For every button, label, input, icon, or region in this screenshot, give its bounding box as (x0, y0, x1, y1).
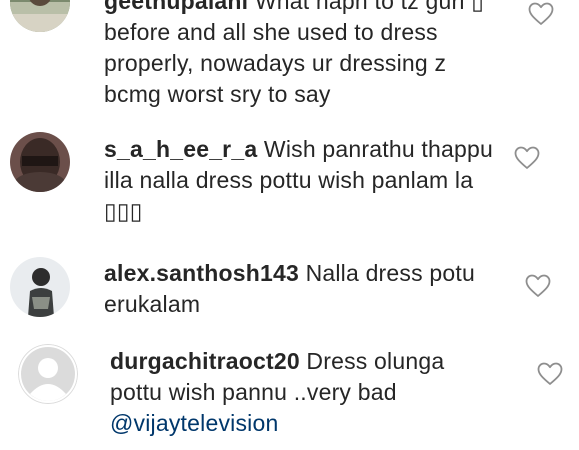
heart-outline-icon (528, 2, 554, 25)
like-button[interactable] (528, 2, 554, 26)
comment-1: geethupalani What hapn to tz gurl ▯ befo… (0, 0, 579, 112)
like-button[interactable] (537, 362, 563, 386)
comment-username[interactable]: durgachitraoct20 (110, 348, 300, 374)
like-button[interactable] (525, 274, 551, 298)
comment-username[interactable]: s_a_h_ee_r_a (104, 136, 257, 162)
comment-text: geethupalani What hapn to tz gurl ▯ befo… (104, 0, 504, 110)
comment-text: durgachitraoct20 Dress olunga pottu wish… (110, 346, 490, 439)
heart-outline-icon (537, 362, 563, 385)
avatar[interactable] (10, 0, 70, 32)
default-avatar-icon (18, 344, 78, 404)
comment-2: s_a_h_ee_r_a Wish panrathu thappu illa n… (0, 128, 579, 238)
comment-list: geethupalani What hapn to tz gurl ▯ befo… (0, 0, 579, 450)
heart-outline-icon (514, 146, 540, 169)
like-button[interactable] (514, 146, 540, 170)
comment-4: durgachitraoct20 Dress olunga pottu wish… (0, 340, 579, 450)
avatar[interactable] (10, 257, 70, 317)
heart-outline-icon (525, 274, 551, 297)
comment-3: alex.santhosh143 Nalla dress potu erukal… (0, 252, 579, 332)
avatar[interactable] (18, 344, 78, 404)
mention-link[interactable]: @vijaytelevision (110, 410, 278, 436)
profile-photo-icon (10, 0, 70, 32)
comment-username[interactable]: alex.santhosh143 (104, 260, 299, 286)
comment-body: What hapn to tz gurl ▯ before and all sh… (104, 0, 485, 107)
comment-text: s_a_h_ee_r_a Wish panrathu thappu illa n… (104, 134, 504, 227)
profile-photo-icon (10, 257, 70, 317)
profile-photo-icon (10, 132, 70, 192)
comment-text: alex.santhosh143 Nalla dress potu erukal… (104, 258, 484, 320)
avatar[interactable] (10, 132, 70, 192)
comment-username[interactable]: geethupalani (104, 0, 248, 14)
